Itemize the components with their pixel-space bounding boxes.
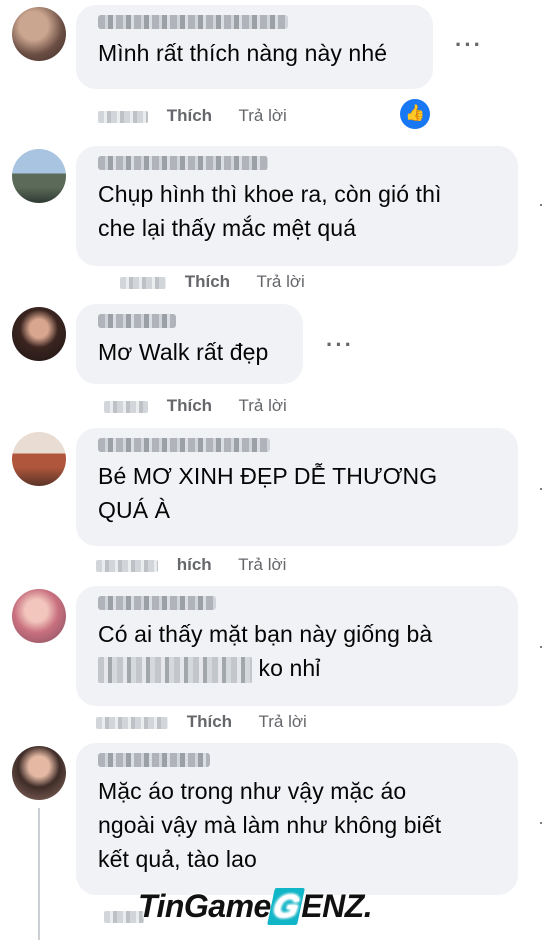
reply-button[interactable]: Trả lời	[257, 272, 305, 291]
more-options-button-partial[interactable]: ·	[538, 812, 544, 833]
avatar[interactable]	[12, 149, 66, 203]
like-reaction-icon[interactable]: 👍	[400, 99, 430, 129]
like-button[interactable]: Thích	[167, 106, 212, 125]
reply-button[interactable]: Trả lời	[239, 106, 287, 125]
comment-text-line-1: Chụp hình thì khoe ra, còn gió thì	[98, 181, 442, 207]
timestamp-blurred[interactable]	[104, 400, 148, 413]
timestamp-blurred[interactable]	[98, 110, 148, 123]
watermark-text-1: TinGame	[138, 888, 271, 924]
timestamp-blurred[interactable]	[120, 276, 166, 289]
comment-actions: Thích Trả lời	[98, 104, 287, 128]
avatar[interactable]	[12, 589, 66, 643]
comment-text-line-2: ko nhỉ	[98, 651, 502, 685]
comment-text-line-2: che lại thấy mắc mệt quá	[98, 215, 357, 241]
more-options-button-partial[interactable]: ·	[538, 194, 544, 215]
comment-text-line-2: QUÁ À	[98, 497, 171, 523]
thread-line	[38, 808, 40, 940]
commenter-name-blurred[interactable]	[98, 156, 268, 170]
comment-bubble: Mặc áo trong như vậy mặc áo ngoài vậy mà…	[76, 743, 518, 895]
reply-button[interactable]: Trả lời	[238, 555, 286, 574]
watermark-g: G	[266, 888, 306, 925]
comment-bubble: Có ai thấy mặt bạn này giống bà ko nhỉ	[76, 586, 518, 706]
comment-text-line-1: Bé MƠ XINH ĐẸP DỄ THƯƠNG	[98, 463, 438, 489]
comment-bubble: Bé MƠ XINH ĐẸP DỄ THƯƠNG QUÁ À	[76, 428, 518, 546]
commenter-name-blurred[interactable]	[98, 753, 210, 767]
more-options-button-partial[interactable]: ·	[538, 478, 544, 499]
avatar[interactable]	[12, 746, 66, 800]
watermark-text-2: ENZ.	[301, 888, 373, 924]
comment-actions: hích Trả lời	[96, 553, 286, 577]
more-options-button[interactable]: ···	[455, 32, 483, 58]
commenter-name-blurred[interactable]	[98, 438, 270, 452]
avatar[interactable]	[12, 307, 66, 361]
comment-actions: Thích Trả lời	[96, 710, 307, 734]
commenter-name-blurred[interactable]	[98, 314, 176, 328]
comment-text-suffix: ko nhỉ	[258, 655, 321, 681]
like-button[interactable]: hích	[177, 555, 212, 574]
reply-button[interactable]: Trả lời	[259, 712, 307, 731]
commenter-name-blurred[interactable]	[98, 596, 216, 610]
comment-text: Mơ Walk rất đẹp	[98, 339, 269, 365]
more-options-button-partial[interactable]: ·	[538, 636, 544, 657]
pixelated-name	[98, 656, 252, 683]
comment-bubble: Mơ Walk rất đẹp	[76, 304, 303, 384]
timestamp-blurred[interactable]	[96, 559, 158, 572]
like-button[interactable]: Thích	[187, 712, 232, 731]
avatar[interactable]	[12, 7, 66, 61]
comment-bubble: Chụp hình thì khoe ra, còn gió thì che l…	[76, 146, 518, 266]
more-options-button[interactable]: ···	[326, 332, 354, 358]
comment-text: Mình rất thích nàng này nhé	[98, 40, 388, 66]
comment-actions: Thích Trả lời	[120, 270, 305, 294]
comment-actions: Thích Trả lời	[104, 394, 287, 418]
reply-button[interactable]: Trả lời	[239, 396, 287, 415]
like-button[interactable]: Thích	[185, 272, 230, 291]
comment-bubble: Mình rất thích nàng này nhé	[76, 5, 433, 89]
watermark-logo: TinGameGENZ.	[138, 888, 373, 925]
comment-text-line-1: Mặc áo trong như vậy mặc áo	[98, 778, 407, 804]
timestamp-blurred[interactable]	[96, 716, 168, 729]
commenter-name-blurred[interactable]	[98, 15, 288, 29]
like-button[interactable]: Thích	[167, 396, 212, 415]
avatar[interactable]	[12, 432, 66, 486]
comment-text-line-2: ngoài vậy mà làm như không biết	[98, 812, 442, 838]
comment-text-line-1: Có ai thấy mặt bạn này giống bà	[98, 621, 433, 647]
comment-text-line-3: kết quả, tào lao	[98, 846, 257, 872]
